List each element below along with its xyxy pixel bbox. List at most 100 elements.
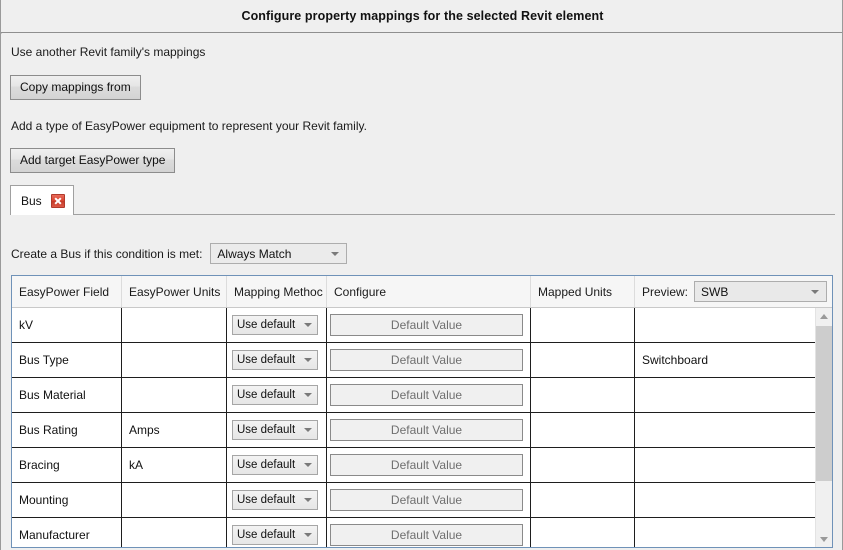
- scrollbar-thumb[interactable]: [816, 326, 832, 481]
- preview-label: Preview:: [642, 285, 688, 299]
- cell-preview: [635, 483, 832, 517]
- table-row[interactable]: Bus Type Use default Default Value: [12, 343, 832, 378]
- mapping-method-select[interactable]: Use default: [232, 455, 318, 475]
- cell-easypower-field: kV: [12, 308, 122, 342]
- default-value-button[interactable]: Default Value: [330, 349, 523, 371]
- scroll-up-button[interactable]: [816, 308, 832, 325]
- default-value-button[interactable]: Default Value: [330, 454, 523, 476]
- cell-mapping-method: Use default: [227, 378, 327, 412]
- mapping-grid: EasyPower Field EasyPower Units Mapping …: [11, 275, 833, 548]
- column-header-preview: Preview: SWB: [635, 276, 832, 307]
- grid-vertical-scrollbar[interactable]: [815, 308, 832, 548]
- cell-mapped-units: [531, 448, 635, 482]
- cell-mapped-units: [531, 343, 635, 377]
- cell-mapped-units: [531, 413, 635, 447]
- cell-mapped-units: [531, 308, 635, 342]
- cell-easypower-units: kA: [122, 448, 227, 482]
- default-value-button[interactable]: Default Value: [330, 419, 523, 441]
- chevron-down-icon: [304, 428, 312, 432]
- cell-preview: Switchboard: [635, 343, 832, 377]
- table-row[interactable]: Mounting Use default Default Value: [12, 483, 832, 518]
- scroll-down-button[interactable]: [816, 531, 832, 548]
- column-header-configure[interactable]: Configure: [327, 276, 531, 307]
- tab-panel-bus: Create a Bus if this condition is met: A…: [10, 214, 835, 550]
- tab-row: Bus: [10, 185, 835, 215]
- cell-easypower-field: Bus Rating: [12, 413, 122, 447]
- cell-easypower-units: [122, 518, 227, 548]
- cell-mapping-method: Use default: [227, 483, 327, 517]
- default-value-button[interactable]: Default Value: [330, 384, 523, 406]
- cell-configure: Default Value: [327, 343, 531, 377]
- cell-preview: [635, 308, 832, 342]
- chevron-down-icon: [304, 393, 312, 397]
- cell-mapping-method: Use default: [227, 448, 327, 482]
- mapping-method-value: Use default: [237, 354, 309, 366]
- cell-mapping-method: Use default: [227, 518, 327, 548]
- cell-mapped-units: [531, 483, 635, 517]
- cell-mapping-method: Use default: [227, 343, 327, 377]
- cell-easypower-units: [122, 308, 227, 342]
- mapping-method-select[interactable]: Use default: [232, 350, 318, 370]
- close-icon[interactable]: [51, 194, 65, 208]
- chevron-down-icon: [304, 358, 312, 362]
- cell-easypower-field: Bus Material: [12, 378, 122, 412]
- cell-easypower-units: [122, 343, 227, 377]
- configure-mappings-window: Configure property mappings for the sele…: [0, 0, 843, 550]
- window-titlebar: Configure property mappings for the sele…: [1, 0, 843, 33]
- cell-configure: Default Value: [327, 308, 531, 342]
- copy-mappings-hint: Use another Revit family's mappings: [11, 45, 205, 59]
- column-header-mapped-units[interactable]: Mapped Units: [531, 276, 635, 307]
- tab-bus-label: Bus: [21, 194, 42, 208]
- cell-configure: Default Value: [327, 518, 531, 548]
- chevron-down-icon: [811, 290, 819, 294]
- mapping-method-value: Use default: [237, 494, 309, 506]
- default-value-button[interactable]: Default Value: [330, 314, 523, 336]
- mapping-method-value: Use default: [237, 424, 309, 436]
- add-target-easypower-type-button[interactable]: Add target EasyPower type: [10, 148, 175, 173]
- cell-configure: Default Value: [327, 413, 531, 447]
- cell-mapping-method: Use default: [227, 308, 327, 342]
- default-value-button[interactable]: Default Value: [330, 489, 523, 511]
- mapping-method-select[interactable]: Use default: [232, 490, 318, 510]
- table-row[interactable]: Bus Material Use default Default Value: [12, 378, 832, 413]
- column-header-easypower-units[interactable]: EasyPower Units: [122, 276, 227, 307]
- mapping-method-select[interactable]: Use default: [232, 315, 318, 335]
- copy-mappings-from-button[interactable]: Copy mappings from: [10, 75, 141, 100]
- condition-label: Create a Bus if this condition is met:: [11, 247, 202, 261]
- mapping-method-select[interactable]: Use default: [232, 525, 318, 545]
- cell-preview: [635, 413, 832, 447]
- window-body: Use another Revit family's mappings Copy…: [1, 34, 843, 550]
- cell-easypower-units: [122, 483, 227, 517]
- cell-mapped-units: [531, 378, 635, 412]
- default-value-button[interactable]: Default Value: [330, 524, 523, 546]
- cell-preview: [635, 518, 832, 548]
- condition-select[interactable]: Always Match: [210, 243, 347, 264]
- cell-preview: [635, 448, 832, 482]
- preview-select[interactable]: SWB: [694, 281, 827, 302]
- mapping-method-value: Use default: [237, 459, 309, 471]
- chevron-down-icon: [331, 252, 339, 256]
- tab-bus[interactable]: Bus: [10, 185, 74, 215]
- column-header-mapping-method[interactable]: Mapping Methoc: [227, 276, 327, 307]
- mapping-method-select[interactable]: Use default: [232, 420, 318, 440]
- column-header-easypower-field[interactable]: EasyPower Field: [12, 276, 122, 307]
- cell-easypower-units: Amps: [122, 413, 227, 447]
- cell-configure: Default Value: [327, 378, 531, 412]
- chevron-down-icon: [820, 537, 828, 542]
- table-row[interactable]: kV Use default Default Value: [12, 308, 832, 343]
- tab-strip-underline: [10, 214, 835, 215]
- table-row[interactable]: Bracing kA Use default Default Value: [12, 448, 832, 483]
- chevron-down-icon: [304, 323, 312, 327]
- cell-preview: [635, 378, 832, 412]
- mapping-method-value: Use default: [237, 529, 309, 541]
- page-title: Configure property mappings for the sele…: [241, 9, 603, 23]
- mapping-method-select[interactable]: Use default: [232, 385, 318, 405]
- chevron-down-icon: [304, 498, 312, 502]
- chevron-down-icon: [304, 463, 312, 467]
- chevron-up-icon: [820, 314, 828, 319]
- mapping-method-value: Use default: [237, 389, 309, 401]
- table-row[interactable]: Manufacturer Use default Default Value: [12, 518, 832, 548]
- table-row[interactable]: Bus Rating Amps Use default Default Valu…: [12, 413, 832, 448]
- condition-select-value: Always Match: [217, 247, 305, 261]
- cell-mapped-units: [531, 518, 635, 548]
